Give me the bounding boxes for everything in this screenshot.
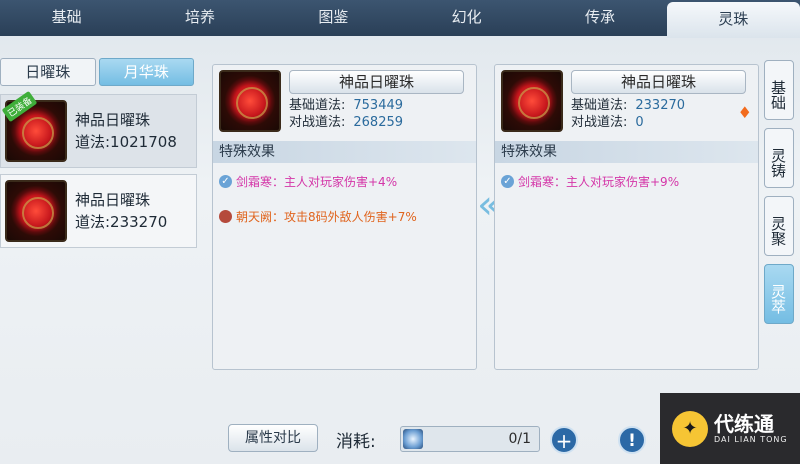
subtab-sun-pearl[interactable]: 日曜珠 (0, 58, 96, 86)
side-tab-gather[interactable]: 灵聚 (764, 196, 794, 256)
pearl-name: 神品日曜珠 (75, 111, 151, 129)
pearl-info: 神品日曜珠 道法:233270 (75, 189, 167, 233)
watermark-cn: 代练通 (714, 412, 774, 436)
attribute-compare-button[interactable]: 属性对比 (228, 424, 318, 452)
effect-line: ✓ 剑霜寒：主人对玩家伤害+9% (495, 163, 758, 190)
check-icon: ✓ (219, 175, 232, 188)
pearl-type-tabs: 日曜珠 月华珠 (0, 58, 197, 88)
cost-display: 0/1 (400, 426, 540, 452)
panel-header: 神品日曜珠 基础道法: 233270 对战道法: 0 (495, 65, 758, 141)
list-item[interactable]: 已装备 神品日曜珠 道法:1021708 (0, 90, 197, 168)
pearl-name: 神品日曜珠 (289, 70, 464, 94)
section-title: 特殊效果 (495, 141, 758, 163)
effect-line: ✓ 剑霜寒：主人对玩家伤害+4% (213, 163, 476, 190)
pearl-name: 神品日曜珠 (571, 70, 746, 94)
tab-transform[interactable]: 幻化 (400, 0, 533, 36)
material-icon (403, 429, 423, 449)
watermark: ✦ 代练通 DAI LIAN TONG (660, 393, 800, 464)
pearl-info: 神品日曜珠 道法:1021708 (75, 109, 177, 153)
cost-value: 0/1 (508, 431, 531, 447)
info-button[interactable]: ! (618, 426, 646, 454)
pearl-name: 神品日曜珠 (75, 191, 151, 209)
watermark-en: DAI LIAN TONG (714, 435, 788, 444)
pearl-power: 道法:1021708 (75, 133, 177, 151)
compare-panel-current: 神品日曜珠 基础道法: 753449 对战道法: 268259 特殊效果 ✓ 剑霜寒… (212, 64, 477, 370)
base-stat: 基础道法: 233270 (571, 98, 686, 113)
equipped-badge: 已装备 (1, 90, 38, 123)
add-button[interactable]: + (550, 426, 578, 454)
subtab-moon-pearl[interactable]: 月华珠 (98, 58, 194, 86)
effect-line: 朝天阙：攻击8码外敌人伤害+7% (213, 190, 476, 225)
check-icon: ✓ (501, 175, 514, 188)
tab-spirit-pearl[interactable]: 灵珠 (666, 2, 800, 38)
pearl-icon (5, 180, 67, 242)
battle-stat: 对战道法: 268259 (289, 115, 404, 130)
compare-panel-target: 神品日曜珠 基础道法: 233270 对战道法: 0 ♦ 特殊效果 ✓ 剑霜寒：主人… (494, 64, 759, 370)
pearl-list-panel: 日曜珠 月华珠 已装备 神品日曜珠 道法:1021708 神品日曜珠 道法:23… (0, 58, 197, 258)
tab-basic[interactable]: 基础 (0, 0, 133, 36)
side-tab-basic[interactable]: 基础 (764, 60, 794, 120)
tab-collection[interactable]: 图鉴 (267, 0, 400, 36)
top-tab-bar: 基础 培养 图鉴 幻化 传承 灵珠 (0, 0, 800, 38)
tab-inherit[interactable]: 传承 (533, 0, 666, 36)
tab-cultivate[interactable]: 培养 (133, 0, 266, 36)
dot-icon (219, 210, 232, 223)
base-stat: 基础道法: 753449 (289, 98, 404, 113)
fire-icon: ♦ (737, 103, 752, 122)
panel-header: 神品日曜珠 基础道法: 753449 对战道法: 268259 (213, 65, 476, 141)
battle-stat: 对战道法: 0 (571, 115, 644, 130)
pearl-icon (501, 70, 563, 132)
side-tab-extract[interactable]: 灵萃 (764, 264, 794, 324)
pearl-power: 道法:233270 (75, 213, 168, 231)
pearl-icon (219, 70, 281, 132)
side-tab-forge[interactable]: 灵铸 (764, 128, 794, 188)
list-item[interactable]: 神品日曜珠 道法:233270 (0, 174, 197, 248)
pearl-icon: 已装备 (1, 90, 67, 162)
logo-icon: ✦ (672, 410, 708, 447)
section-title: 特殊效果 (213, 141, 476, 163)
cost-label: 消耗: (336, 432, 376, 452)
